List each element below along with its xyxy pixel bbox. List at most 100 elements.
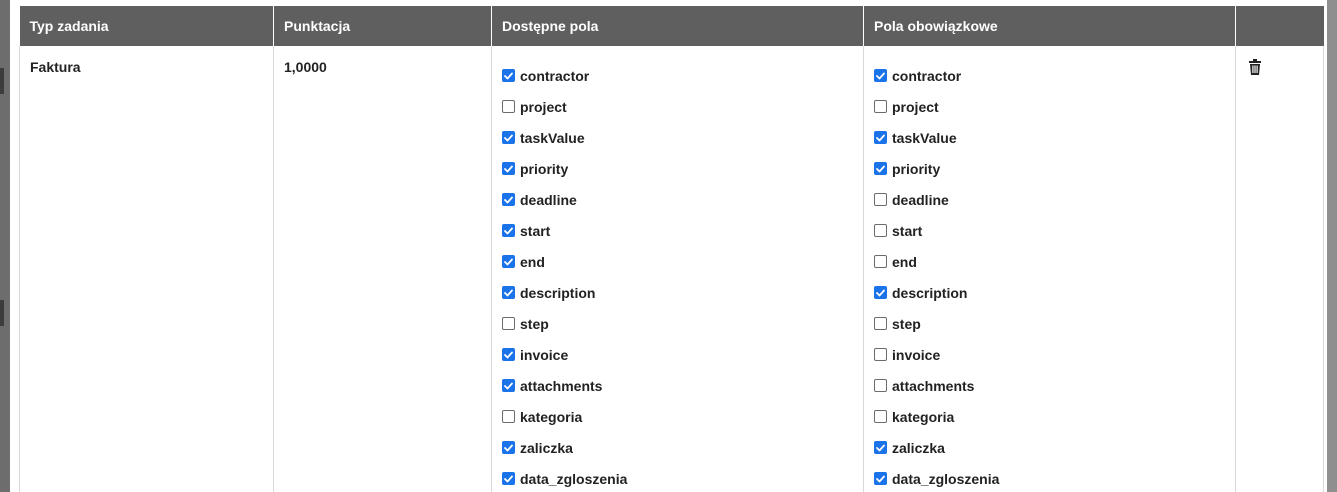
checkbox-item-project[interactable]: project bbox=[502, 91, 853, 122]
checkbox[interactable] bbox=[502, 472, 515, 485]
checkbox-label: project bbox=[520, 98, 567, 115]
checkbox[interactable] bbox=[502, 255, 515, 268]
checkbox[interactable] bbox=[874, 193, 887, 206]
checkbox-item-project[interactable]: project bbox=[874, 91, 1225, 122]
modal-backdrop bbox=[0, 0, 10, 492]
checkbox-item-data_zgloszenia[interactable]: data_zgloszenia bbox=[502, 463, 853, 492]
checkbox-item-description[interactable]: description bbox=[874, 277, 1225, 308]
checkbox[interactable] bbox=[874, 224, 887, 237]
checkbox[interactable] bbox=[874, 286, 887, 299]
checkbox-item-deadline[interactable]: deadline bbox=[874, 184, 1225, 215]
header-actions bbox=[1235, 6, 1324, 46]
required-fields-cell: contractor project taskValue priority deadli… bbox=[863, 46, 1236, 492]
checkbox-label: priority bbox=[520, 160, 569, 177]
checkbox-item-attachments[interactable]: attachments bbox=[502, 370, 853, 401]
checkbox[interactable] bbox=[502, 348, 515, 361]
checkbox[interactable] bbox=[502, 193, 515, 206]
checkbox-label: kategoria bbox=[892, 408, 955, 425]
available-fields-cell: contractor project taskValue priority deadli… bbox=[491, 46, 864, 492]
checkbox-label: end bbox=[892, 253, 917, 270]
checkbox-item-zaliczka[interactable]: zaliczka bbox=[874, 432, 1225, 463]
checkbox-label: description bbox=[520, 284, 596, 301]
checkbox[interactable] bbox=[502, 286, 515, 299]
checkbox-item-priority[interactable]: priority bbox=[874, 153, 1225, 184]
checkbox-label: taskValue bbox=[892, 129, 957, 146]
checkbox-item-end[interactable]: end bbox=[874, 246, 1225, 277]
checkbox-item-attachments[interactable]: attachments bbox=[874, 370, 1225, 401]
actions-cell bbox=[1235, 46, 1324, 492]
modal-backdrop-right bbox=[1327, 0, 1337, 492]
checkbox[interactable] bbox=[502, 224, 515, 237]
checkbox[interactable] bbox=[502, 69, 515, 82]
header-task-type[interactable]: Typ zadania bbox=[19, 6, 274, 46]
task-types-table: Typ zadania Punktacja Dostępne pola Pola… bbox=[19, 6, 1324, 492]
checkbox-label: step bbox=[892, 315, 921, 332]
checkbox-item-data_zgloszenia[interactable]: data_zgloszenia bbox=[874, 463, 1225, 492]
checkbox-item-deadline[interactable]: deadline bbox=[502, 184, 853, 215]
checkbox-label: attachments bbox=[520, 377, 603, 394]
checkbox-item-start[interactable]: start bbox=[874, 215, 1225, 246]
checkbox-item-end[interactable]: end bbox=[502, 246, 853, 277]
checkbox[interactable] bbox=[874, 410, 887, 423]
checkbox-label: zaliczka bbox=[520, 439, 573, 456]
checkbox-item-zaliczka[interactable]: zaliczka bbox=[502, 432, 853, 463]
checkbox[interactable] bbox=[502, 162, 515, 175]
checkbox-item-step[interactable]: step bbox=[502, 308, 853, 339]
checkbox[interactable] bbox=[502, 410, 515, 423]
checkbox-label: data_zgloszenia bbox=[892, 470, 1000, 487]
checkbox-label: invoice bbox=[520, 346, 569, 363]
checkbox-label: invoice bbox=[892, 346, 941, 363]
checkbox[interactable] bbox=[874, 472, 887, 485]
checkbox-item-invoice[interactable]: invoice bbox=[874, 339, 1225, 370]
header-score[interactable]: Punktacja bbox=[273, 6, 492, 46]
checkbox[interactable] bbox=[874, 441, 887, 454]
checkbox-label: description bbox=[892, 284, 968, 301]
checkbox[interactable] bbox=[874, 379, 887, 392]
checkbox[interactable] bbox=[502, 379, 515, 392]
checkbox-label: start bbox=[520, 222, 551, 239]
checkbox[interactable] bbox=[874, 317, 887, 330]
checkbox[interactable] bbox=[874, 69, 887, 82]
score-cell: 1,0000 bbox=[273, 46, 492, 492]
required-fields-list: contractor project taskValue priority deadli… bbox=[874, 60, 1225, 492]
checkbox[interactable] bbox=[502, 100, 515, 113]
available-fields-list: contractor project taskValue priority deadli… bbox=[502, 60, 853, 492]
task-types-modal: Typ zadania Punktacja Dostępne pola Pola… bbox=[10, 0, 1327, 492]
checkbox-item-taskValue[interactable]: taskValue bbox=[502, 122, 853, 153]
backdrop-element bbox=[0, 68, 4, 94]
checkbox-label: priority bbox=[892, 160, 941, 177]
checkbox-label: start bbox=[892, 222, 923, 239]
checkbox-label: data_zgloszenia bbox=[520, 470, 628, 487]
checkbox[interactable] bbox=[874, 162, 887, 175]
checkbox-label: contractor bbox=[892, 67, 962, 84]
backdrop-element bbox=[0, 300, 4, 326]
table-row: Faktura 1,0000 contractor project taskValu… bbox=[19, 46, 1324, 492]
table-header-row: Typ zadania Punktacja Dostępne pola Pola… bbox=[19, 6, 1324, 46]
trash-icon[interactable] bbox=[1248, 59, 1262, 75]
checkbox-item-description[interactable]: description bbox=[502, 277, 853, 308]
checkbox[interactable] bbox=[874, 255, 887, 268]
checkbox-item-step[interactable]: step bbox=[874, 308, 1225, 339]
header-required-fields[interactable]: Pola obowiązkowe bbox=[863, 6, 1236, 46]
checkbox-label: deadline bbox=[520, 191, 577, 208]
checkbox-item-kategoria[interactable]: kategoria bbox=[874, 401, 1225, 432]
checkbox[interactable] bbox=[874, 100, 887, 113]
checkbox-item-contractor[interactable]: contractor bbox=[502, 60, 853, 91]
checkbox[interactable] bbox=[502, 441, 515, 454]
checkbox-label: deadline bbox=[892, 191, 949, 208]
checkbox-label: attachments bbox=[892, 377, 975, 394]
checkbox[interactable] bbox=[874, 131, 887, 144]
checkbox[interactable] bbox=[502, 317, 515, 330]
checkbox-item-invoice[interactable]: invoice bbox=[502, 339, 853, 370]
checkbox-label: contractor bbox=[520, 67, 590, 84]
checkbox-label: zaliczka bbox=[892, 439, 945, 456]
checkbox-item-start[interactable]: start bbox=[502, 215, 853, 246]
checkbox[interactable] bbox=[874, 348, 887, 361]
checkbox[interactable] bbox=[502, 131, 515, 144]
header-available-fields[interactable]: Dostępne pola bbox=[491, 6, 864, 46]
checkbox-item-kategoria[interactable]: kategoria bbox=[502, 401, 853, 432]
checkbox-item-contractor[interactable]: contractor bbox=[874, 60, 1225, 91]
checkbox-item-priority[interactable]: priority bbox=[502, 153, 853, 184]
checkbox-label: kategoria bbox=[520, 408, 583, 425]
checkbox-item-taskValue[interactable]: taskValue bbox=[874, 122, 1225, 153]
